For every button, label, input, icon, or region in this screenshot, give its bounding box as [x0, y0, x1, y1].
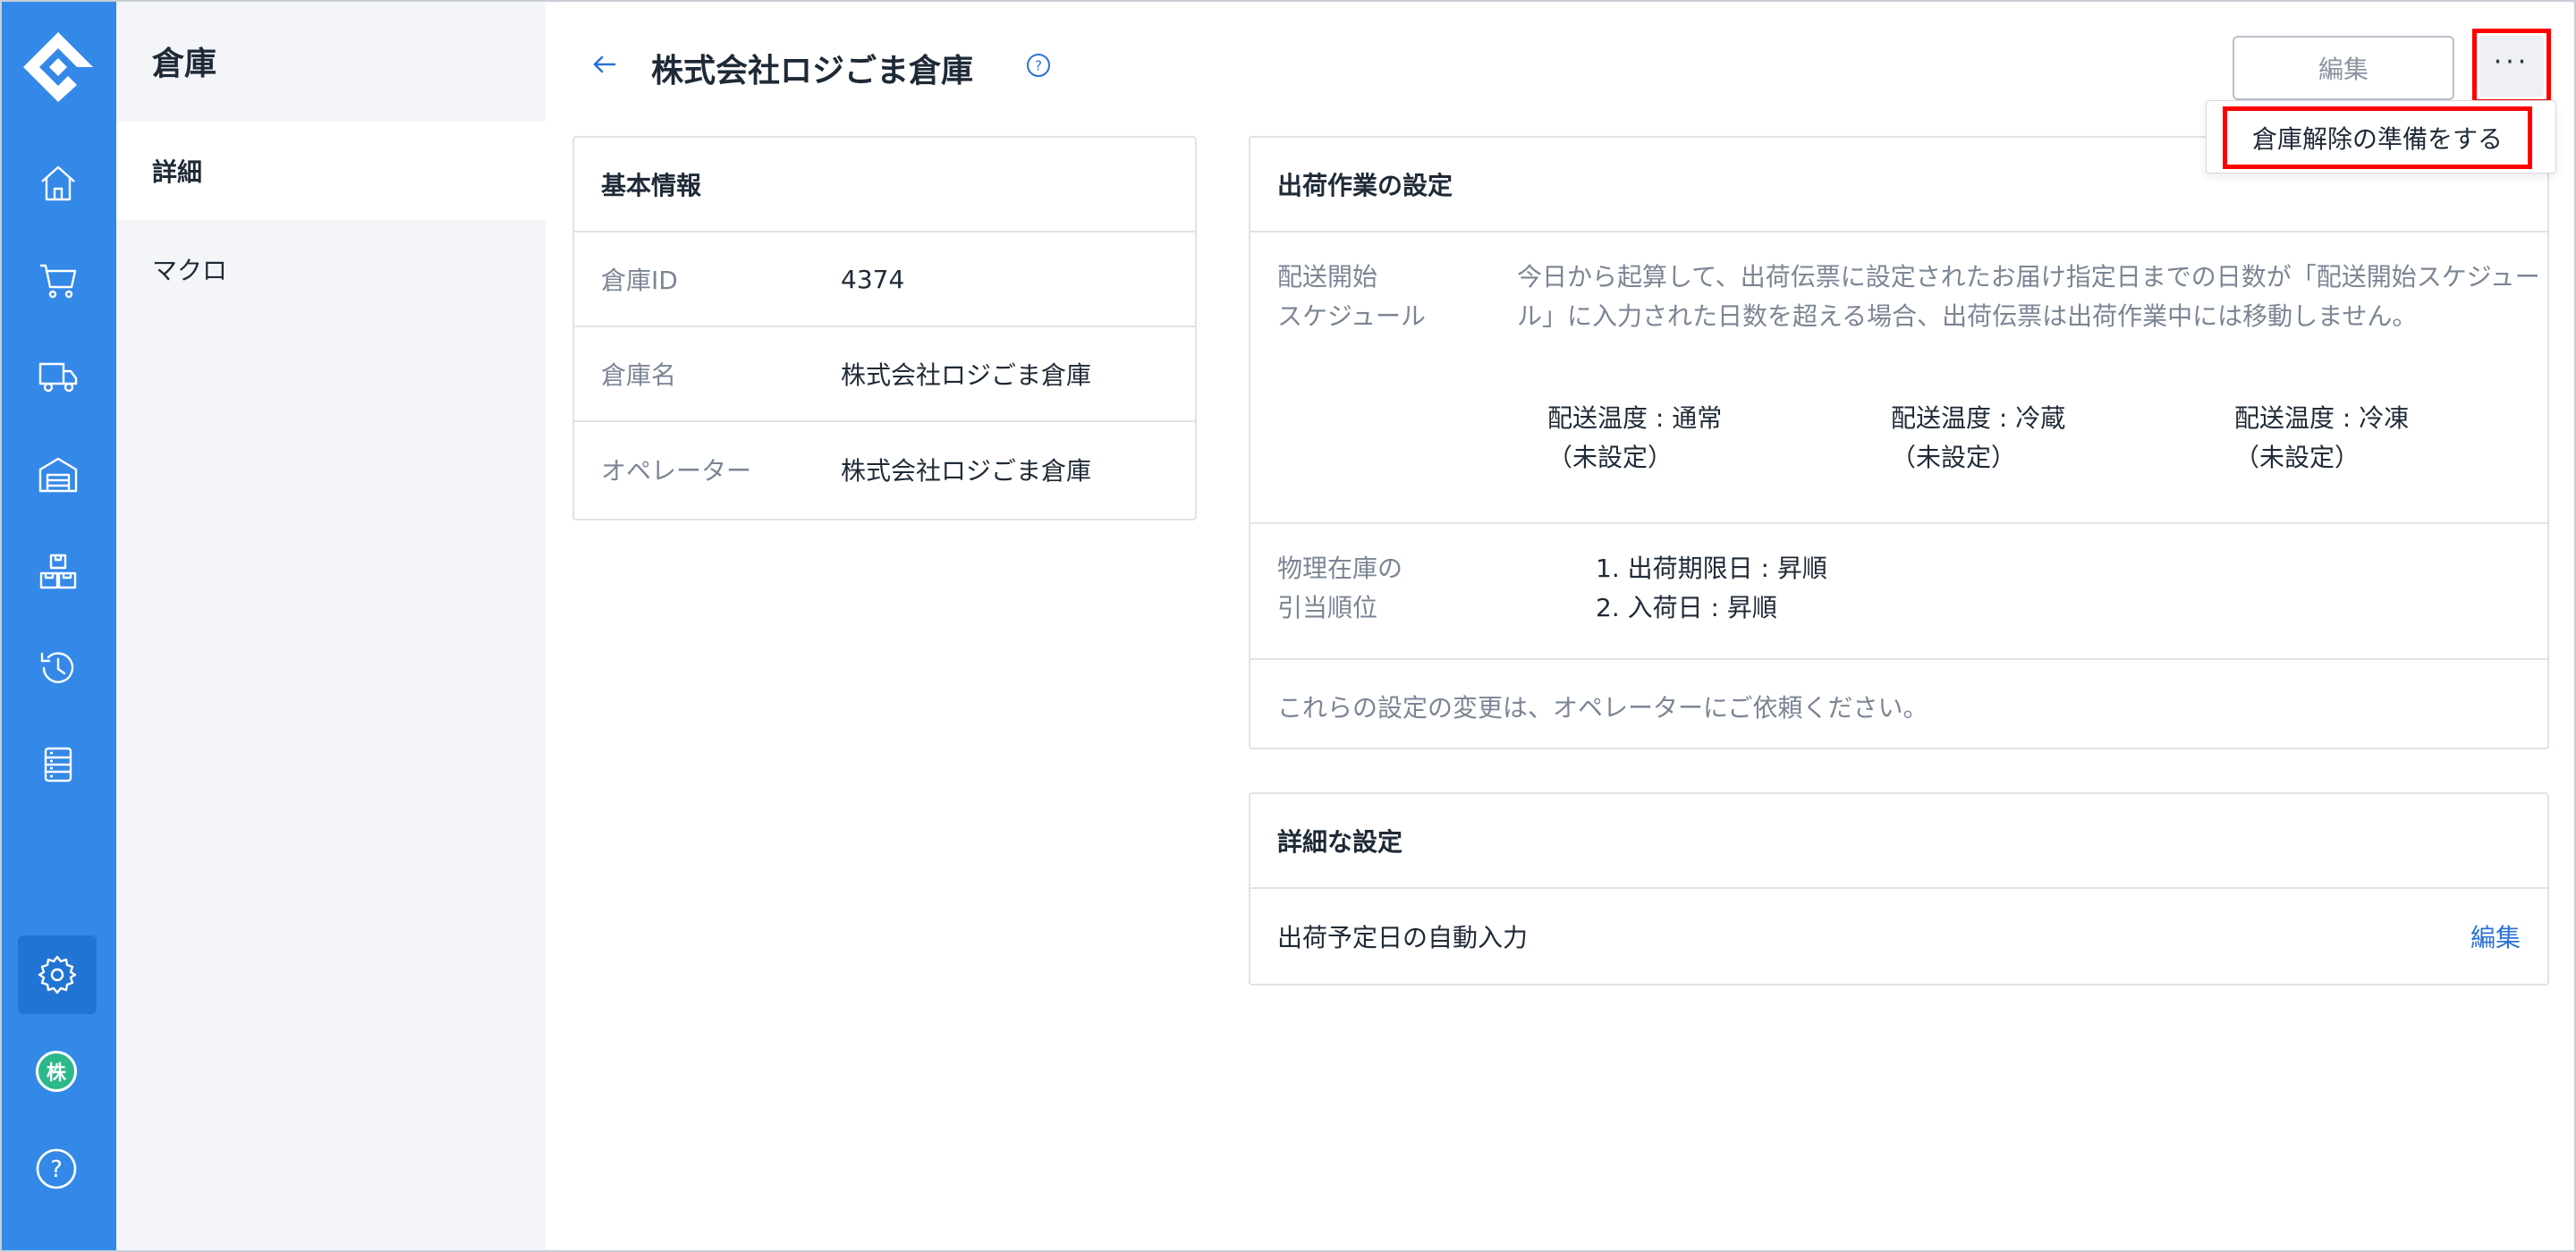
- gear-icon: [38, 955, 77, 994]
- more-options-button[interactable]: ···: [2472, 29, 2551, 104]
- card-heading: 詳細な設定: [1250, 794, 2547, 889]
- list-item: 2. 入荷日 : 昇順: [1596, 593, 1777, 622]
- page-title: 株式会社ロジごま倉庫: [651, 53, 974, 89]
- help-circle-icon[interactable]: ?: [1025, 52, 1052, 79]
- secondary-sidebar: 倉庫 詳細 マクロ: [116, 0, 546, 1252]
- settings-nav-item[interactable]: [18, 935, 97, 1014]
- shipping-settings-card: 出荷作業の設定 配送開始 スケジュール 今日から起算して、出荷伝票に設定されたお…: [1249, 136, 2549, 749]
- avatar[interactable]: 株: [36, 1051, 77, 1092]
- field-value: 株式会社ロジごま倉庫: [841, 456, 1092, 486]
- edit-button[interactable]: 編集: [2233, 36, 2454, 100]
- card-heading: 基本情報: [574, 138, 1195, 233]
- table-row: 倉庫ID 4374: [574, 233, 1195, 327]
- history-icon[interactable]: [32, 642, 84, 694]
- field-label: 物理在庫の 引当順位: [1277, 554, 1403, 622]
- table-row: 出荷予定日の自動入力 編集: [1250, 889, 2547, 984]
- field-value: 株式会社ロジごま倉庫: [841, 360, 1092, 390]
- cart-icon[interactable]: [32, 254, 84, 306]
- subnav-item-details[interactable]: 詳細: [116, 122, 546, 220]
- icon-rail: 株 ?: [0, 0, 116, 1252]
- allocation-priority-section: 物理在庫の 引当順位 1. 出荷期限日 : 昇順 2. 入荷日 : 昇順: [1250, 524, 2547, 660]
- subnav-item-macro[interactable]: マクロ: [116, 220, 546, 318]
- temp-normal: 配送温度 : 通常 （未設定）: [1547, 403, 1723, 472]
- edit-link[interactable]: 編集: [2470, 918, 2521, 954]
- more-options-menu: 倉庫解除の準備をする: [2206, 100, 2556, 173]
- field-label: 倉庫名: [601, 360, 677, 390]
- more-dots-icon: ···: [2479, 36, 2544, 97]
- field-label: 出荷予定日の自動入力: [1277, 923, 1529, 952]
- list-item: 1. 出荷期限日 : 昇順: [1596, 554, 1827, 583]
- settings-note: これらの設定の変更は、オペレーターにご依頼ください。: [1277, 693, 1928, 723]
- subnav-item-label: 詳細: [152, 157, 203, 187]
- field-value: 4374: [841, 264, 905, 294]
- section-title: 倉庫: [152, 46, 217, 82]
- back-arrow-icon[interactable]: [587, 47, 623, 82]
- boxes-icon[interactable]: [32, 546, 84, 597]
- field-label: 倉庫ID: [601, 266, 678, 295]
- basic-info-card: 基本情報 倉庫ID 4374 倉庫名 株式会社ロジごま倉庫 オペレーター 株式会…: [572, 136, 1197, 520]
- svg-text:?: ?: [50, 1156, 63, 1183]
- table-row: オペレーター 株式会社ロジごま倉庫: [574, 422, 1195, 517]
- home-icon[interactable]: [32, 157, 84, 209]
- warehouse-icon[interactable]: [32, 449, 84, 501]
- temp-refrigerated: 配送温度 : 冷蔵 （未設定）: [1891, 403, 2066, 472]
- temp-frozen: 配送温度 : 冷凍 （未設定）: [2234, 403, 2410, 472]
- delivery-schedule-section: 配送開始 スケジュール 今日から起算して、出荷伝票に設定されたお届け指定日までの…: [1250, 233, 2547, 524]
- logo-icon[interactable]: [21, 30, 95, 104]
- help-icon[interactable]: ?: [34, 1146, 79, 1191]
- truck-icon[interactable]: [32, 351, 84, 402]
- prepare-warehouse-release-menu-item[interactable]: 倉庫解除の準備をする: [2223, 106, 2532, 169]
- subnav-item-label: マクロ: [152, 256, 228, 285]
- list-icon[interactable]: [32, 739, 84, 791]
- schedule-description: 今日から起算して、出荷伝票に設定されたお届け指定日までの日数が「配送開始スケジュ…: [1517, 262, 2540, 331]
- svg-text:?: ?: [1035, 58, 1042, 74]
- field-label: 配送開始 スケジュール: [1277, 262, 1427, 331]
- field-label: オペレーター: [601, 456, 752, 486]
- advanced-settings-card: 詳細な設定 出荷予定日の自動入力 編集: [1249, 792, 2549, 986]
- table-row: 倉庫名 株式会社ロジごま倉庫: [574, 327, 1195, 422]
